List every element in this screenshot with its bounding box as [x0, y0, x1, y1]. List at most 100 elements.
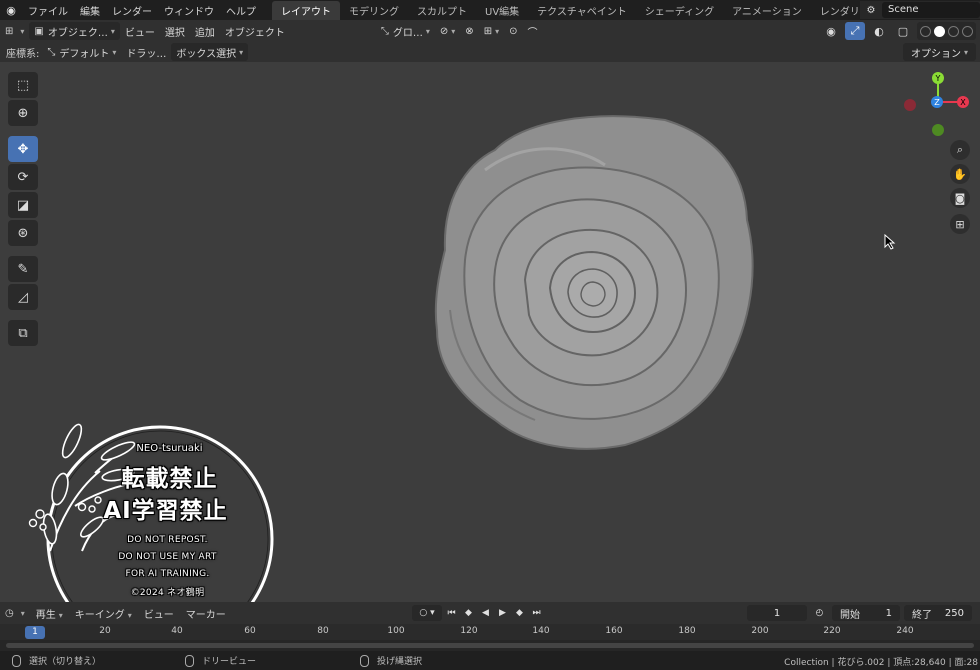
end-frame-field[interactable]: 終了 250 — [904, 605, 972, 621]
chevron-down-icon: ▾ — [112, 47, 117, 57]
tab-uv-editing[interactable]: UV編集 — [476, 1, 528, 20]
overlay-toggle[interactable]: ◐ — [869, 22, 889, 40]
cursor-tool[interactable]: ⊕ — [8, 100, 38, 126]
menu-help[interactable]: ヘルプ — [220, 3, 262, 18]
menu-marker[interactable]: マーカー — [180, 606, 232, 621]
camera-icon: ◙ — [954, 191, 966, 205]
falloff-curve-icon: ⌒ — [527, 27, 538, 39]
add-cube-tool[interactable]: ⧉ — [8, 320, 38, 346]
menu-object[interactable]: オブジェクト — [220, 22, 290, 40]
mode-label: オブジェク… — [47, 27, 108, 39]
snap-toggle[interactable]: ⊗ — [460, 22, 478, 40]
menu-view[interactable]: ビュー — [120, 22, 160, 40]
editor-type-button[interactable]: ⊞ ▾ — [0, 22, 29, 40]
3d-viewport[interactable]: ⬚ ⊕ ✥ ⟳ ◪ ⊛ ✎ ◿ ⧉ Y X Z ⌕ ✋ ◙ ⊞ NEO-tsur… — [0, 62, 980, 602]
falloff-button[interactable]: ⌒ — [522, 22, 542, 40]
navigation-gizmo[interactable]: Y X Z — [900, 68, 976, 144]
scale-tool[interactable]: ◪ — [8, 192, 38, 218]
tick-label: 140 — [532, 626, 550, 636]
scene-selector[interactable]: ⚙ Scene — [860, 1, 980, 19]
proportional-icon: ⊙ — [509, 25, 518, 37]
tab-layout[interactable]: レイアウト — [272, 0, 340, 20]
frame-ruler[interactable]: 1 20 40 60 80 100 120 140 160 180 200 22… — [0, 624, 980, 640]
measure-tool[interactable]: ◿ — [8, 284, 38, 310]
blender-logo-icon[interactable]: ◉ — [0, 4, 22, 17]
pivot-point-button[interactable]: ⊘ ▾ — [435, 22, 460, 40]
playhead[interactable]: 1 — [25, 626, 45, 639]
magnet-icon: ⊗ — [465, 25, 474, 37]
wireframe-shading-icon[interactable] — [920, 25, 931, 37]
next-keyframe-icon: ◆ — [516, 608, 523, 618]
jump-end-button[interactable]: ⏭ — [529, 605, 544, 621]
camera-view-button[interactable]: ◙ — [950, 188, 970, 208]
next-keyframe-button[interactable]: ◆ — [512, 605, 527, 621]
play-reverse-button[interactable]: ◀ — [478, 605, 493, 621]
menu-select[interactable]: 選択 — [160, 22, 190, 40]
crosshair-icon: ⊕ — [17, 105, 29, 121]
drag-selector[interactable]: ドラッ… — [121, 43, 171, 61]
workspace-tabs: レイアウト モデリング スカルプト UV編集 テクスチャペイント シェーディング… — [272, 0, 927, 20]
timeline-scrollbar[interactable] — [6, 643, 974, 648]
zoom-button[interactable]: ⌕ — [950, 140, 970, 160]
transform-orientation[interactable]: ⤡ グロ… ▾ — [376, 22, 435, 40]
timeline[interactable]: 1 20 40 60 80 100 120 140 160 180 200 22… — [0, 624, 980, 651]
keying-label: キーイング — [74, 609, 125, 621]
rendered-shading-icon[interactable] — [962, 25, 973, 37]
options-button[interactable]: オプション ▾ — [902, 43, 976, 61]
auto-keying-toggle[interactable]: ○ ▾ — [412, 605, 442, 621]
menu-timeline-view[interactable]: ビュー — [138, 606, 180, 621]
orientation-selector[interactable]: ⤡ デフォルト ▾ — [42, 43, 121, 61]
orientation-label: 座標系: — [6, 48, 40, 60]
status-lasso-text: 投げ縄選択 — [377, 657, 423, 667]
menu-add[interactable]: 追加 — [190, 22, 220, 40]
tab-animation[interactable]: アニメーション — [723, 1, 811, 20]
playback-label: 再生 — [35, 609, 56, 621]
move-tool[interactable]: ✥ — [8, 136, 38, 162]
rotate-tool[interactable]: ⟳ — [8, 164, 38, 190]
tab-sculpt[interactable]: スカルプト — [408, 1, 476, 20]
tab-modeling[interactable]: モデリング — [340, 1, 408, 20]
material-shading-icon[interactable] — [948, 25, 959, 37]
start-frame-field[interactable]: 開始 1 — [832, 605, 900, 621]
shading-modes — [917, 22, 976, 40]
snap-target[interactable]: ⊞ ▾ — [479, 22, 504, 40]
gizmo-toggle[interactable]: ⤢ — [845, 22, 865, 40]
record-icon: ○ ▾ — [419, 608, 435, 618]
watermark-stamp: NEO-tsuruaki 転載禁止 AI学習禁止 DO NOT REPOST. … — [20, 411, 275, 602]
grid-icon: ⊞ — [955, 217, 965, 231]
transform-tool[interactable]: ⊛ — [8, 220, 38, 246]
object-mode-icon: ▣ — [34, 25, 44, 37]
xray-toggle[interactable]: ▢ — [893, 22, 913, 40]
current-frame-value: 1 — [773, 607, 781, 619]
select-mode-selector[interactable]: ボックス選択 ▾ — [171, 43, 249, 61]
menu-render[interactable]: レンダー — [106, 3, 158, 18]
menu-window[interactable]: ウィンドウ — [158, 3, 220, 18]
top-menu-bar: ◉ ファイル 編集 レンダー ウィンドウ ヘルプ レイアウト モデリング スカル… — [0, 0, 980, 20]
jump-start-button[interactable]: ⏮ — [444, 605, 459, 621]
visibility-button[interactable]: ◉ — [821, 22, 841, 40]
perspective-toggle[interactable]: ⊞ — [950, 214, 970, 234]
solid-shading-icon[interactable] — [934, 25, 945, 37]
menu-file[interactable]: ファイル — [22, 3, 74, 18]
preview-range-toggle[interactable]: ◴ — [812, 605, 827, 621]
mode-selector[interactable]: ▣ オブジェク… ▾ — [29, 22, 120, 40]
current-frame-field[interactable]: 1 — [747, 605, 807, 621]
proportional-edit[interactable]: ⊙ — [504, 22, 522, 40]
timeline-editor-type[interactable]: ◷ ▾ — [0, 604, 30, 622]
menu-keying[interactable]: キーイング ▾ — [69, 606, 138, 621]
play-button[interactable]: ▶ — [495, 605, 510, 621]
tab-texture-paint[interactable]: テクスチャペイント — [528, 1, 636, 20]
mouse-right-icon — [360, 654, 369, 667]
menu-playback[interactable]: 再生 ▾ — [30, 606, 69, 621]
annotate-tool[interactable]: ✎ — [8, 256, 38, 282]
menu-edit[interactable]: 編集 — [74, 3, 106, 18]
prev-keyframe-button[interactable]: ◆ — [461, 605, 476, 621]
viewport-header-right: ◉ ⤢ ◐ ▢ — [821, 22, 976, 40]
clock-icon: ◷ — [5, 607, 14, 619]
tab-shading[interactable]: シェーディング — [636, 1, 723, 20]
select-box-tool[interactable]: ⬚ — [8, 72, 38, 98]
snap-grid-icon: ⊞ — [483, 25, 493, 37]
gizmo-y-label: Y — [935, 74, 941, 83]
rose-model[interactable] — [425, 110, 760, 455]
pan-button[interactable]: ✋ — [950, 164, 970, 184]
